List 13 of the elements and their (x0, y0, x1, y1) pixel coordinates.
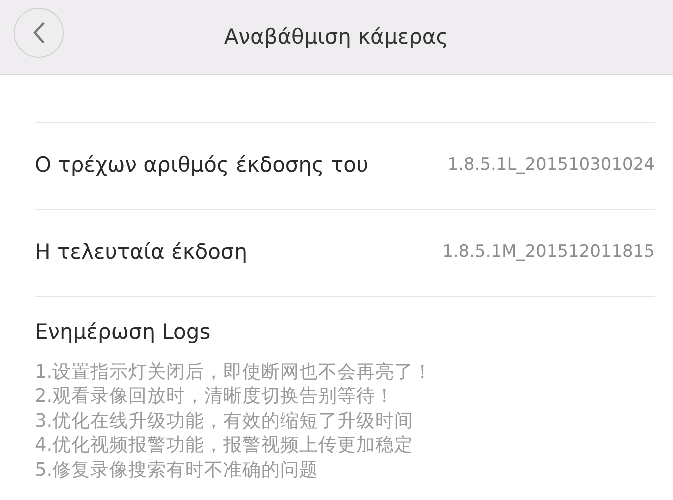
version-value: 1.8.5.1L_201510301024 (448, 154, 655, 178)
log-line: 4.优化视频报警功能，报警视频上传更加稳定 (35, 434, 415, 458)
log-line: 3.优化在线升级功能，有效的缩短了升级时间 (35, 410, 415, 434)
back-button[interactable] (14, 8, 64, 58)
log-line: 1.设置指示灯关闭后，即使断网也不会再亮了！ (35, 360, 434, 384)
logs-title: Ενημέρωση Logs (35, 319, 212, 346)
log-line: 2.观看录像回放时，清晰度切换告别等待！ (35, 385, 396, 409)
version-label: Η τελευταία έκδοση (35, 239, 248, 266)
version-label: Ο τρέχων αριθμός έκδοσης του (35, 152, 369, 180)
page-title: Αναβάθμιση κάμερας (224, 26, 449, 48)
back-icon (32, 21, 46, 45)
log-line: 5.修复录像搜索有时不准确的问题 (35, 458, 320, 482)
version-value: 1.8.5.1M_201512011815 (442, 241, 655, 264)
